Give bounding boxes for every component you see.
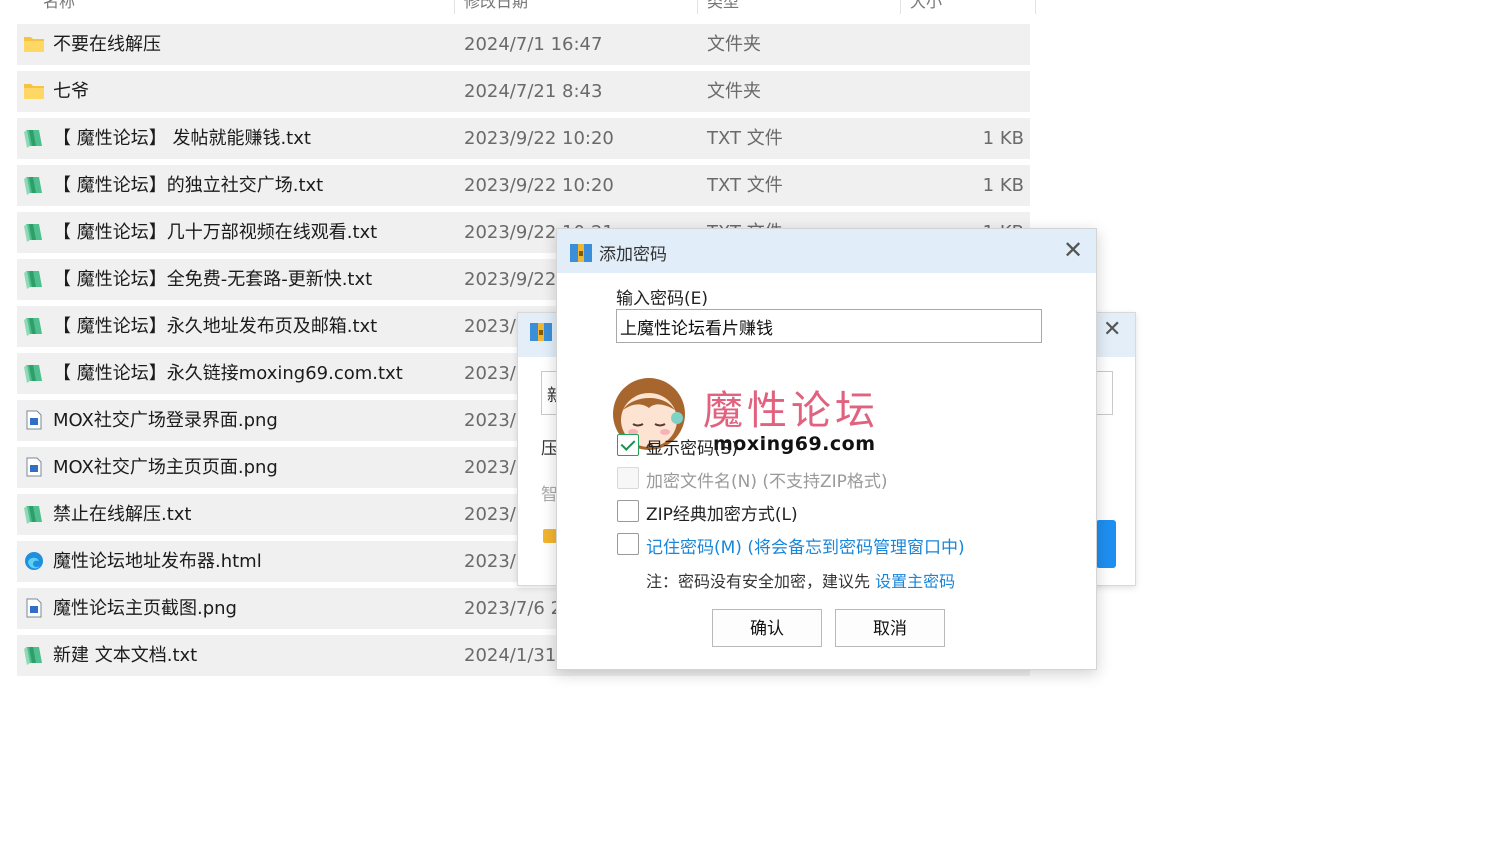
zip-classic-checkbox[interactable] — [617, 500, 639, 522]
file-row[interactable]: 【 魔性论坛】的独立社交广场.txt 2023/9/22 10:20 TXT 文… — [17, 165, 1030, 206]
file-name: MOX社交广场主页页面.png — [53, 457, 278, 478]
file-row[interactable]: 不要在线解压 2024/7/1 16:47 文件夹 — [17, 24, 1030, 65]
file-date: 2023/9/22 10:20 — [464, 128, 614, 149]
file-name: 【 魔性论坛】的独立社交广场.txt — [53, 175, 324, 196]
show-password-checkbox[interactable] — [617, 434, 639, 456]
file-date: 2023/ — [464, 457, 516, 478]
dialog-title: 添加密码 — [599, 245, 667, 265]
ok-button[interactable]: 确认 — [712, 609, 822, 647]
file-date: 2024/1/31 — [464, 645, 557, 666]
archive-app-icon — [530, 323, 552, 341]
column-name[interactable]: 名称 — [43, 0, 75, 12]
password-label: 输入密码(E) — [616, 289, 709, 309]
file-name: 【 魔性论坛】永久链接moxing69.com.txt — [53, 363, 403, 384]
file-type: TXT 文件 — [707, 128, 783, 149]
archive-app-icon — [570, 244, 592, 262]
folder-icon — [24, 37, 44, 52]
column-divider — [900, 0, 901, 14]
close-icon[interactable]: ✕ — [1063, 236, 1083, 264]
file-name: 【 魔性论坛】 发帖就能赚钱.txt — [53, 128, 311, 149]
file-date: 2024/7/21 8:43 — [464, 81, 603, 102]
set-master-password-link[interactable]: 设置主密码 — [875, 572, 955, 591]
file-date: 2023/ — [464, 363, 516, 384]
file-type: TXT 文件 — [707, 175, 783, 196]
text-file-icon — [24, 647, 42, 665]
column-header: 名称 修改日期 类型 大小 — [17, 0, 1036, 14]
text-file-icon — [24, 177, 42, 195]
file-name: 魔性论坛地址发布器.html — [53, 551, 262, 572]
column-divider — [1035, 0, 1036, 14]
folder-icon — [24, 84, 44, 99]
file-name: 【 魔性论坛】全免费-无套路-更新快.txt — [53, 269, 373, 290]
encrypt-filenames-label[interactable]: 加密文件名(N) (不支持ZIP格式) — [646, 467, 888, 492]
column-divider — [454, 0, 455, 14]
file-date: 2023/9/22 10:20 — [464, 175, 614, 196]
password-input[interactable] — [616, 309, 1042, 343]
file-date: 2023/ — [464, 316, 516, 337]
text-file-icon — [24, 130, 42, 148]
file-row[interactable]: 【 魔性论坛】 发帖就能赚钱.txt 2023/9/22 10:20 TXT 文… — [17, 118, 1030, 159]
primary-button[interactable] — [1096, 520, 1116, 568]
security-note: 注：密码没有安全加密，建议先 设置主密码 — [646, 568, 955, 592]
text-file-icon — [24, 318, 42, 336]
file-date: 2023/7/6 2 — [464, 598, 563, 619]
file-name: 【 魔性论坛】几十万部视频在线观看.txt — [53, 222, 378, 243]
file-date: 2023/ — [464, 551, 516, 572]
file-date: 2023/9/22 — [464, 269, 557, 290]
column-type[interactable]: 类型 — [707, 0, 739, 12]
zip-classic-label[interactable]: ZIP经典加密方式(L) — [646, 500, 798, 525]
add-password-dialog: 添加密码 ✕ 输入密码(E) 魔性论坛 moxing69.com 显示密码(S)… — [556, 228, 1097, 670]
file-date: 2024/7/1 16:47 — [464, 34, 603, 55]
text-file-icon — [24, 224, 42, 242]
file-type: 文件夹 — [707, 34, 761, 55]
column-date[interactable]: 修改日期 — [464, 0, 528, 12]
file-name: 新建 文本文档.txt — [53, 645, 198, 666]
text-file-icon — [24, 506, 42, 524]
show-password-label[interactable]: 显示密码(S) — [646, 434, 738, 459]
file-name: MOX社交广场登录界面.png — [53, 410, 278, 431]
file-name: 魔性论坛主页截图.png — [53, 598, 237, 619]
column-size[interactable]: 大小 — [910, 0, 942, 12]
file-size: 1 KB — [982, 128, 1024, 149]
file-name: 七爷 — [53, 81, 89, 102]
file-type: 文件夹 — [707, 81, 761, 102]
file-name: 【 魔性论坛】永久地址发布页及邮箱.txt — [53, 316, 378, 337]
cancel-button[interactable]: 取消 — [835, 609, 945, 647]
image-file-icon — [26, 598, 42, 618]
watermark-brand: 魔性论坛 — [703, 388, 879, 434]
file-date: 2023/ — [464, 410, 516, 431]
file-size: 1 KB — [982, 175, 1024, 196]
encrypt-filenames-checkbox[interactable] — [617, 467, 639, 489]
file-name: 不要在线解压 — [53, 34, 161, 55]
security-note-text: 注：密码没有安全加密，建议先 — [646, 572, 876, 591]
watermark: 魔性论坛 moxing69.com — [609, 374, 949, 474]
text-file-icon — [24, 271, 42, 289]
edge-html-icon — [25, 552, 43, 570]
lock-icon — [543, 529, 557, 543]
remember-password-label[interactable]: 记住密码(M) (将会备忘到密码管理窗口中) — [646, 533, 965, 558]
remember-password-checkbox[interactable] — [617, 533, 639, 555]
column-divider — [697, 0, 698, 14]
file-name: 禁止在线解压.txt — [53, 504, 192, 525]
text-file-icon — [24, 365, 42, 383]
close-icon[interactable]: ✕ — [1103, 317, 1121, 342]
file-date: 2023/ — [464, 504, 516, 525]
image-file-icon — [26, 457, 42, 477]
file-row[interactable]: 七爷 2024/7/21 8:43 文件夹 — [17, 71, 1030, 112]
image-file-icon — [26, 410, 42, 430]
